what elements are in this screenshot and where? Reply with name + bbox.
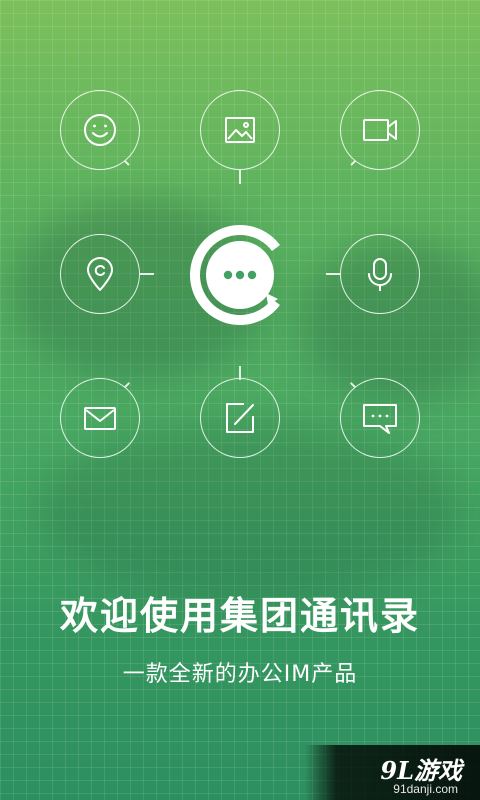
connector-line <box>326 273 340 275</box>
welcome-title: 欢迎使用集团通讯录 <box>59 594 420 638</box>
watermark: 9L游戏 91danji.com <box>305 745 480 800</box>
microphone-icon[interactable] <box>340 234 420 314</box>
welcome-subtitle: 一款全新的办公IM产品 <box>122 662 358 687</box>
connector-line <box>140 273 154 275</box>
chat-bubble-logo-icon <box>188 223 292 327</box>
mail-envelope-icon[interactable] <box>60 378 140 458</box>
location-pin-icon[interactable] <box>60 234 140 314</box>
connector-line <box>239 170 241 184</box>
watermark-url: 91danji.com <box>393 782 458 796</box>
watermark-brand: 9L游戏 <box>380 756 462 785</box>
chat-bubble-icon[interactable] <box>340 378 420 458</box>
edit-note-icon[interactable] <box>200 378 280 458</box>
smiley-face-icon[interactable] <box>60 90 140 170</box>
image-icon[interactable] <box>200 90 280 170</box>
video-camera-icon[interactable] <box>340 90 420 170</box>
